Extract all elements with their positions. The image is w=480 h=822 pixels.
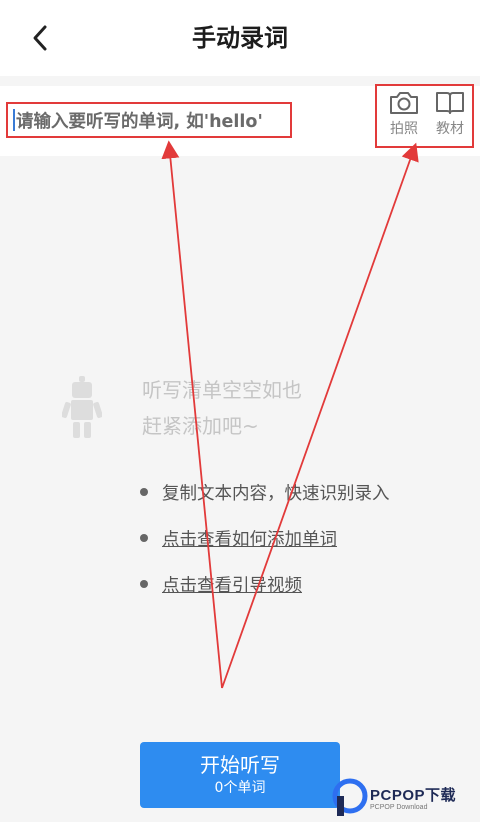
photo-label: 拍照 [390,121,418,137]
list-item[interactable]: 点击查看如何添加单词 [140,524,337,552]
textbook-button[interactable]: 教材 [427,90,473,138]
pcpop-logo-icon [332,778,368,816]
word-input[interactable]: 请输入要听写的单词, 如'hello' [6,102,292,138]
start-button-label: 开始听写 [200,753,280,777]
word-input-bar: 请输入要听写的单词, 如'hello' 拍照 教材 [0,84,480,156]
list-item: 复制文本内容，快速识别录入 [140,478,390,506]
start-dictation-button[interactable]: 开始听写 0个单词 [140,742,340,808]
book-icon [436,92,464,114]
bullet [140,488,148,496]
camera-icon [390,92,418,114]
tip-text: 复制文本内容，快速识别录入 [162,483,390,504]
empty-state: 听写清单空空如也 赶紧添加吧~ [62,370,422,440]
guide-video-link[interactable]: 点击查看引导视频 [162,572,302,597]
top-app-bar: 手动录词 [0,0,480,76]
photo-button[interactable]: 拍照 [381,90,427,138]
watermark-sub: PCPOP Download [370,804,428,811]
page-title: 手动录词 [192,24,288,52]
empty-hint: 赶紧添加吧~ [142,414,259,438]
textbook-label: 教材 [436,121,464,137]
text-caret [13,109,15,131]
word-count: 0个单词 [214,780,266,796]
watermark-logo: PCPOP下载 PCPOP Download [330,776,480,822]
bullet [140,534,148,542]
input-tools-group: 拍照 教材 [375,84,474,148]
empty-message: 听写清单空空如也 [142,378,302,402]
watermark-brand: PCPOP下载 [370,787,457,804]
how-to-add-link[interactable]: 点击查看如何添加单词 [162,526,337,551]
bullet [140,580,148,588]
word-input-placeholder: 请输入要听写的单词, 如'hello' [16,111,263,132]
list-item[interactable]: 点击查看引导视频 [140,570,302,598]
robot-icon [62,376,102,438]
